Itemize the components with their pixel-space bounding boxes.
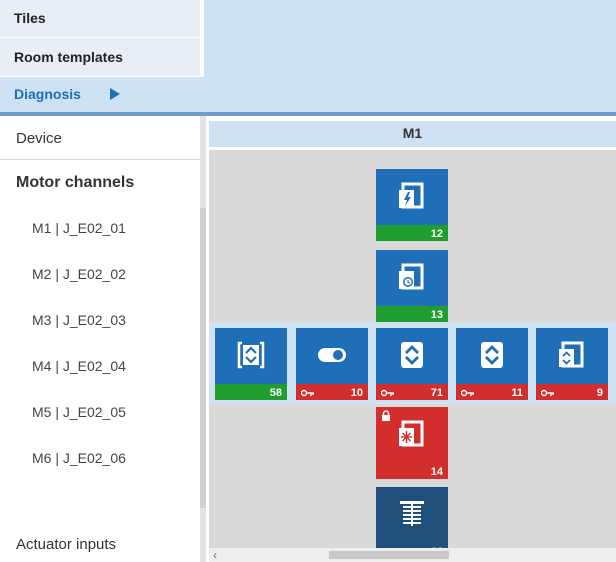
tile-value: 13 [430, 309, 443, 321]
up-down-arrows-icon [401, 342, 423, 368]
tile-value: 11 [511, 387, 523, 399]
sidebar-item-m4[interactable]: M4 | J_E02_04 [32, 358, 126, 374]
sidebar-item-m2[interactable]: M2 | J_E02_02 [32, 266, 126, 282]
lock-icon [382, 410, 390, 421]
key-icon [541, 389, 554, 397]
grid-horizontal-scrollbar[interactable]: ‹ [209, 548, 616, 562]
tile-9[interactable]: 9 [536, 328, 608, 400]
window-clock-icon [399, 263, 424, 290]
sidebar-item-m1[interactable]: M1 | J_E02_01 [32, 220, 126, 236]
sidebar-item-m6[interactable]: M6 | J_E02_06 [32, 450, 126, 466]
tile-value: 71 [430, 387, 443, 399]
menu-divider [200, 0, 204, 77]
sidebar-section-motor-channels[interactable]: Motor channels [0, 161, 200, 205]
tile-value: 12 [430, 228, 443, 240]
menu-column: Tiles Room templates [0, 0, 200, 77]
top-menu: Tiles Room templates Diagnosis [0, 0, 616, 112]
tile-14[interactable]: 14 [376, 407, 448, 479]
sidebar-item-m5[interactable]: M5 | J_E02_05 [32, 404, 126, 420]
sidebar-item-actuator-inputs[interactable]: Actuator inputs [16, 536, 116, 553]
tile-71[interactable]: 71 [376, 328, 448, 400]
tile-value: 58 [269, 387, 282, 399]
tile-value: 9 [596, 387, 603, 399]
tile-13[interactable]: 13 [376, 250, 448, 322]
key-icon [301, 389, 314, 397]
blinds-icon [400, 501, 424, 526]
up-down-arrows-icon [481, 342, 503, 368]
key-icon [381, 389, 394, 397]
toggle-switch-icon [318, 348, 346, 362]
tile-value: 10 [350, 387, 363, 399]
menu-item-diagnosis[interactable]: Diagnosis [14, 86, 81, 102]
key-icon [461, 389, 474, 397]
grid-header: M1 [209, 121, 616, 147]
tile-value: 14 [430, 466, 443, 478]
tile-10[interactable]: 10 [296, 328, 368, 400]
play-arrow-icon [110, 88, 120, 100]
tile-11[interactable]: 11 [456, 328, 528, 400]
sidebar-item-device[interactable]: Device [0, 116, 200, 160]
menu-item-tiles[interactable]: Tiles [0, 0, 200, 38]
window-updown-icon [559, 341, 584, 368]
tile-58[interactable]: 58 [215, 328, 287, 400]
scroll-left-arrow-icon[interactable]: ‹ [213, 548, 217, 562]
window-snowflake-icon [399, 420, 424, 447]
bracket-arrows-icon [237, 341, 265, 369]
window-lightning-icon [399, 182, 424, 209]
menu-item-room-templates[interactable]: Room templates [0, 39, 200, 77]
tile-12[interactable]: 12 [376, 169, 448, 241]
sidebar-item-m3[interactable]: M3 | J_E02_03 [32, 312, 126, 328]
sidebar: Device Motor channels M1 | J_E02_01 M2 |… [0, 116, 200, 562]
horizontal-scrollbar-thumb[interactable] [329, 551, 449, 559]
sidebar-scrollbar-thumb[interactable] [200, 208, 206, 508]
